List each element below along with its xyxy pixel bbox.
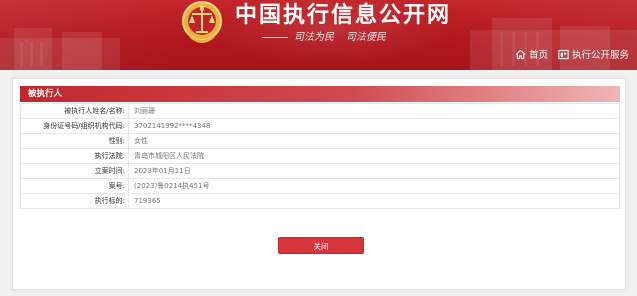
nav-home-link[interactable]: 首页 xyxy=(515,47,548,61)
row-value: 719365 xyxy=(128,193,620,209)
site-header: 中国执行信息公开网 司法为民 司法便民 首页 执行公开服务 xyxy=(0,0,637,70)
table-row: 执行法院: 青岛市城阳区人民法院 xyxy=(20,148,620,164)
row-value: 青岛市城阳区人民法院 xyxy=(128,148,620,164)
row-value: 2023年01月11日 xyxy=(128,163,620,179)
table-row: 被执行人姓名/名称: 刘丽珊 xyxy=(20,103,620,119)
row-label: 身份证号码/组织机构代码: xyxy=(20,118,129,134)
site-title: 中国执行信息公开网 xyxy=(235,3,452,28)
table-row: 案号: (2023)鲁0214执451号 xyxy=(20,178,620,194)
row-value: 37021419​92****4348 xyxy=(128,118,620,134)
slogan-divider xyxy=(262,37,288,38)
table-row: 执行标的: 719365 xyxy=(20,193,620,209)
nav-home-label: 首页 xyxy=(528,50,548,61)
row-value: 女性 xyxy=(128,133,620,149)
top-nav: 首页 执行公开服务 xyxy=(515,46,629,62)
nav-service-label: 执行公开服务 xyxy=(571,50,629,61)
table-row: 性别: 女性 xyxy=(20,133,620,149)
court-emblem-icon xyxy=(182,1,222,43)
row-label: 案号: xyxy=(20,178,129,194)
slogan-right: 司法便民 xyxy=(346,32,386,43)
row-value: 刘丽珊 xyxy=(128,103,620,119)
row-label: 执行法院: xyxy=(20,148,129,164)
close-button[interactable]: 关闭 xyxy=(278,237,364,254)
home-icon xyxy=(515,49,526,59)
row-label: 执行标的: xyxy=(20,193,129,209)
nav-service-link[interactable]: 执行公开服务 xyxy=(558,47,629,61)
panel-header: 被执行人 xyxy=(20,86,620,102)
table-row: 立案时间: 2023年01月11日 xyxy=(20,163,620,179)
panel-title: 被执行人 xyxy=(28,89,63,99)
row-value: (2023)鲁0214执451号 xyxy=(128,178,620,194)
slogan-left: 司法为民 xyxy=(294,32,334,43)
table-row: 身份证号码/组织机构代码: 37021419​92****4348 xyxy=(20,118,620,134)
debtor-info-table: 被执行人姓名/名称: 刘丽珊 身份证号码/组织机构代码: 37021419​92… xyxy=(20,103,620,209)
row-label: 被执行人姓名/名称: xyxy=(20,103,129,119)
site-slogan: 司法为民 司法便民 xyxy=(262,31,386,45)
row-label: 性别: xyxy=(20,133,129,149)
service-icon xyxy=(558,49,569,59)
row-label: 立案时间: xyxy=(20,163,129,179)
